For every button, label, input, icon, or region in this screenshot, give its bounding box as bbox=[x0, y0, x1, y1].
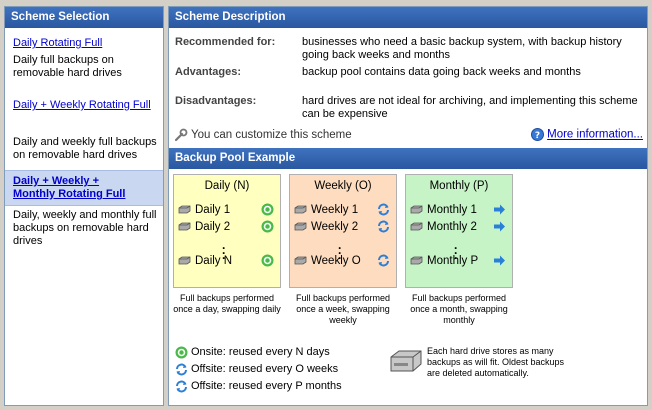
pool-item-label: Monthly 2 bbox=[427, 221, 477, 233]
recycle-onsite-icon bbox=[261, 220, 274, 233]
pool-item: Weekly 2 bbox=[294, 220, 358, 234]
scheme-item-daily[interactable]: Daily Rotating Full Daily full backups o… bbox=[5, 37, 165, 80]
scheme-link-daily-weekly[interactable]: Daily + Weekly Rotating Full bbox=[13, 99, 163, 111]
recommended-row: Recommended for: bbox=[175, 36, 275, 48]
legend-offsite-weeks: Offsite: reused every O weeks bbox=[175, 362, 338, 376]
pool-item-label: Weekly O bbox=[311, 255, 361, 267]
pool-caption-monthly: Full backups performed once a month, swa… bbox=[410, 293, 508, 325]
rotate-offsite-icon bbox=[378, 254, 389, 267]
pool-item: Daily 1 bbox=[178, 203, 230, 217]
pool-item-label: Weekly 2 bbox=[311, 221, 359, 233]
hard-drive-icon bbox=[178, 257, 191, 265]
pool-column-title: Daily (N) bbox=[204, 180, 250, 192]
pool-item: Weekly 1 bbox=[294, 203, 358, 217]
hard-drive-icon bbox=[294, 223, 307, 231]
rotate-offsite-icon bbox=[378, 220, 389, 233]
pool-item-label: Monthly 1 bbox=[427, 204, 477, 216]
legend-offsite-months: Offsite: reused every P months bbox=[175, 379, 342, 393]
scheme-description-panel: Scheme Description Recommended for: busi… bbox=[168, 6, 648, 406]
pool-column-weekly: Weekly (O) Weekly 1 Weekly 2 · · · Weekly … bbox=[289, 174, 397, 288]
rotate-offsite-icon bbox=[176, 363, 187, 376]
scheme-desc-daily: Daily full backups on removable hard dri… bbox=[13, 54, 122, 79]
recycle-onsite-icon bbox=[175, 346, 188, 359]
rotate-offsite-icon bbox=[378, 203, 389, 216]
recommended-value: businesses who need a basic backup syste… bbox=[302, 36, 622, 61]
hard-drive-icon bbox=[410, 257, 423, 265]
arrow-right-icon bbox=[494, 255, 505, 266]
scheme-desc-daily-weekly-monthly: Daily, weekly and monthly full backups o… bbox=[13, 209, 157, 247]
legend-text: Offsite: reused every O weeks bbox=[191, 363, 339, 375]
pool-column-daily: Daily (N) Daily 1 Daily 2 · · · Daily N bbox=[173, 174, 281, 288]
pool-item-label: Daily N bbox=[195, 255, 233, 267]
customize-text: You can customize this scheme bbox=[191, 129, 352, 142]
pool-column-monthly: Monthly (P) Monthly 1 Monthly 2 · · · Mont… bbox=[405, 174, 513, 288]
recommended-label: Recommended for: bbox=[175, 36, 276, 48]
recycle-onsite-icon bbox=[261, 254, 274, 267]
hard-drive-icon bbox=[178, 223, 191, 231]
pool-item-label: Monthly P bbox=[427, 255, 479, 267]
pool-item: Monthly 1 bbox=[410, 203, 477, 217]
pool-item: Weekly O bbox=[294, 254, 361, 268]
disadvantages-row: Disadvantages: bbox=[175, 95, 256, 107]
hard-drive-icon bbox=[294, 206, 307, 214]
scheme-selection-panel: Scheme Selection Daily Rotating Full Dai… bbox=[4, 6, 164, 406]
scheme-link-daily[interactable]: Daily Rotating Full bbox=[13, 37, 157, 49]
pool-column-title: Weekly (O) bbox=[314, 180, 372, 192]
hard-drive-large-icon bbox=[390, 350, 422, 372]
hard-drive-icon bbox=[410, 223, 423, 231]
pool-note: Each hard drive stores as many backups a… bbox=[427, 346, 565, 378]
backup-pool-header: Backup Pool Example bbox=[169, 148, 647, 169]
wrench-icon bbox=[174, 128, 188, 142]
arrow-right-icon bbox=[494, 204, 505, 215]
pool-caption-weekly: Full backups performed once a week, swap… bbox=[295, 293, 391, 325]
scheme-desc-daily-weekly-wrap: Daily and weekly full backups on removab… bbox=[5, 136, 171, 162]
pool-item: Monthly 2 bbox=[410, 220, 477, 234]
hard-drive-icon bbox=[410, 206, 423, 214]
more-info-row[interactable]: ? More information... bbox=[530, 128, 643, 141]
scheme-desc-daily-weekly: Daily and weekly full backups on removab… bbox=[13, 136, 157, 161]
hard-drive-icon bbox=[178, 206, 191, 214]
pool-item: Monthly P bbox=[410, 254, 478, 268]
advantages-row: Advantages: bbox=[175, 66, 241, 78]
scheme-description-header: Scheme Description bbox=[169, 7, 647, 28]
pool-item: Daily 2 bbox=[178, 220, 230, 234]
disadvantages-label: Disadvantages: bbox=[175, 95, 257, 107]
scheme-desc-dwm-wrap: Daily, weekly and monthly full backups o… bbox=[5, 209, 171, 248]
disadvantages-value: hard drives are not ideal for archiving,… bbox=[302, 95, 638, 120]
svg-text:?: ? bbox=[535, 131, 540, 141]
pool-item: Daily N bbox=[178, 254, 232, 268]
scheme-item-daily-weekly-monthly[interactable]: Daily + Weekly + Monthly Rotating Full bbox=[5, 170, 163, 206]
advantages-label: Advantages: bbox=[175, 66, 242, 78]
recycle-onsite-icon bbox=[261, 203, 274, 216]
pool-column-title: Monthly (P) bbox=[429, 180, 489, 192]
legend-onsite: Onsite: reused every N days bbox=[175, 345, 330, 359]
customize-row: You can customize this scheme bbox=[174, 128, 352, 142]
more-info-link[interactable]: More information... bbox=[547, 129, 643, 141]
scheme-selection-header: Scheme Selection bbox=[5, 7, 163, 28]
pool-item-label: Weekly 1 bbox=[311, 204, 359, 216]
help-icon[interactable]: ? bbox=[530, 128, 544, 141]
pool-item-label: Daily 1 bbox=[195, 204, 231, 216]
pool-caption-daily: Full backups performed once a day, swapp… bbox=[173, 293, 281, 314]
hard-drive-icon bbox=[294, 257, 307, 265]
rotate-offsite-monthly-icon bbox=[176, 380, 187, 393]
pool-item-label: Daily 2 bbox=[195, 221, 231, 233]
scheme-item-daily-weekly[interactable]: Daily + Weekly Rotating Full bbox=[5, 99, 171, 111]
arrow-right-icon bbox=[494, 221, 505, 232]
advantages-value: backup pool contains data going back wee… bbox=[302, 66, 581, 78]
legend-text: Offsite: reused every P months bbox=[191, 380, 342, 392]
scheme-link-daily-weekly-monthly[interactable]: Daily + Weekly + Monthly Rotating Full bbox=[13, 175, 143, 201]
legend-text: Onsite: reused every N days bbox=[191, 346, 330, 358]
